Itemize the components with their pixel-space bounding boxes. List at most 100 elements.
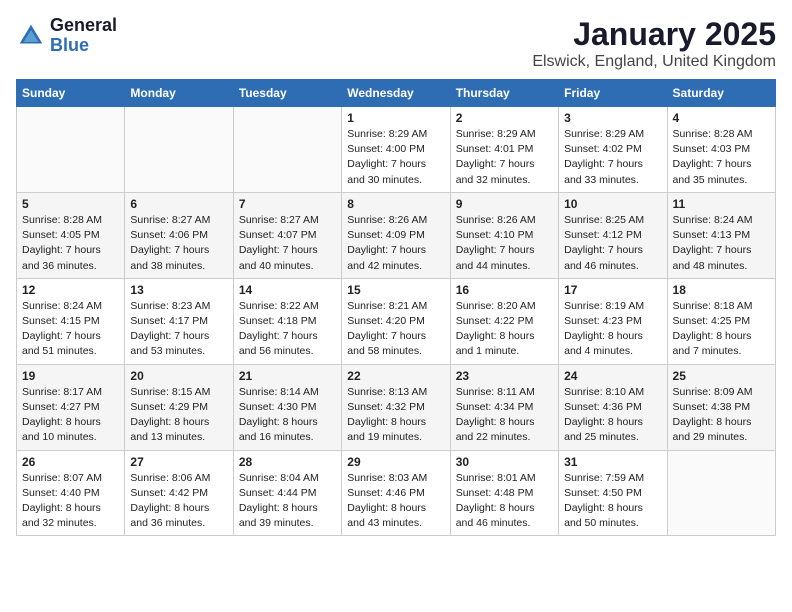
day-number: 3 xyxy=(564,111,661,125)
day-info: Sunrise: 8:26 AMSunset: 4:10 PMDaylight:… xyxy=(456,213,553,274)
day-number: 28 xyxy=(239,455,336,469)
calendar-cell: 1 Sunrise: 8:29 AMSunset: 4:00 PMDaylight… xyxy=(342,107,450,193)
logo: General Blue xyxy=(16,16,117,56)
day-info: Sunrise: 8:20 AMSunset: 4:22 PMDaylight:… xyxy=(456,299,553,360)
day-number: 5 xyxy=(22,197,119,211)
calendar-cell: 29Sunrise: 8:03 AMSunset: 4:46 PMDayligh… xyxy=(342,450,450,536)
day-number: 13 xyxy=(130,283,227,297)
calendar-cell: 30Sunrise: 8:01 AMSunset: 4:48 PMDayligh… xyxy=(450,450,558,536)
day-info: Sunrise: 8:03 AMSunset: 4:46 PMDaylight:… xyxy=(347,471,444,532)
calendar-cell: 7 Sunrise: 8:27 AMSunset: 4:07 PMDaylight… xyxy=(233,192,341,278)
calendar-cell xyxy=(17,107,125,193)
day-number: 12 xyxy=(22,283,119,297)
day-info: Sunrise: 8:26 AMSunset: 4:09 PMDaylight:… xyxy=(347,213,444,274)
calendar-cell: 15 Sunrise: 8:21 AMSunset: 4:20 PMDayligh… xyxy=(342,278,450,364)
day-info: Sunrise: 8:24 AMSunset: 4:15 PMDaylight:… xyxy=(22,299,119,360)
page-header: General Blue January 2025 Elswick, Engla… xyxy=(16,16,776,71)
day-info: Sunrise: 8:29 AMSunset: 4:01 PMDaylight:… xyxy=(456,127,553,188)
calendar-cell: 14Sunrise: 8:22 AMSunset: 4:18 PMDayligh… xyxy=(233,278,341,364)
day-number: 14 xyxy=(239,283,336,297)
day-number: 25 xyxy=(673,369,770,383)
title-block: January 2025 Elswick, England, United Ki… xyxy=(532,16,776,71)
logo-icon xyxy=(16,21,46,51)
day-info: Sunrise: 8:11 AMSunset: 4:34 PMDaylight:… xyxy=(456,385,553,446)
day-info: Sunrise: 8:10 AMSunset: 4:36 PMDaylight:… xyxy=(564,385,661,446)
weekday-header-sunday: Sunday xyxy=(17,80,125,107)
calendar-cell: 19Sunrise: 8:17 AMSunset: 4:27 PMDayligh… xyxy=(17,364,125,450)
day-info: Sunrise: 8:29 AMSunset: 4:00 PMDaylight:… xyxy=(347,127,444,188)
calendar-cell: 8Sunrise: 8:26 AMSunset: 4:09 PMDaylight… xyxy=(342,192,450,278)
location: Elswick, England, United Kingdom xyxy=(532,53,776,71)
calendar-cell: 3 Sunrise: 8:29 AMSunset: 4:02 PMDaylight… xyxy=(559,107,667,193)
calendar-cell: 6 Sunrise: 8:27 AMSunset: 4:06 PMDaylight… xyxy=(125,192,233,278)
calendar-cell: 12 Sunrise: 8:24 AMSunset: 4:15 PMDayligh… xyxy=(17,278,125,364)
calendar-cell: 13 Sunrise: 8:23 AMSunset: 4:17 PMDayligh… xyxy=(125,278,233,364)
day-info: Sunrise: 8:15 AMSunset: 4:29 PMDaylight:… xyxy=(130,385,227,446)
calendar-cell: 17Sunrise: 8:19 AMSunset: 4:23 PMDayligh… xyxy=(559,278,667,364)
day-number: 7 xyxy=(239,197,336,211)
day-info: Sunrise: 8:25 AMSunset: 4:12 PMDaylight:… xyxy=(564,213,661,274)
calendar-cell: 16Sunrise: 8:20 AMSunset: 4:22 PMDayligh… xyxy=(450,278,558,364)
day-info: Sunrise: 8:21 AMSunset: 4:20 PMDaylight:… xyxy=(347,299,444,360)
day-info: Sunrise: 8:06 AMSunset: 4:42 PMDaylight:… xyxy=(130,471,227,532)
calendar-week-2: 5Sunrise: 8:28 AMSunset: 4:05 PMDaylight… xyxy=(17,192,776,278)
day-info: Sunrise: 8:29 AMSunset: 4:02 PMDaylight:… xyxy=(564,127,661,188)
calendar-cell: 24 Sunrise: 8:10 AMSunset: 4:36 PMDayligh… xyxy=(559,364,667,450)
day-info: Sunrise: 8:09 AMSunset: 4:38 PMDaylight:… xyxy=(673,385,770,446)
day-info: Sunrise: 8:18 AMSunset: 4:25 PMDaylight:… xyxy=(673,299,770,360)
weekday-header-wednesday: Wednesday xyxy=(342,80,450,107)
month-title: January 2025 xyxy=(532,16,776,53)
day-info: Sunrise: 8:14 AMSunset: 4:30 PMDaylight:… xyxy=(239,385,336,446)
day-number: 26 xyxy=(22,455,119,469)
calendar-cell: 21 Sunrise: 8:14 AMSunset: 4:30 PMDayligh… xyxy=(233,364,341,450)
calendar-cell: 5Sunrise: 8:28 AMSunset: 4:05 PMDaylight… xyxy=(17,192,125,278)
day-number: 2 xyxy=(456,111,553,125)
calendar-table: SundayMondayTuesdayWednesdayThursdayFrid… xyxy=(16,79,776,536)
calendar-cell: 4 Sunrise: 8:28 AMSunset: 4:03 PMDaylight… xyxy=(667,107,775,193)
day-number: 24 xyxy=(564,369,661,383)
day-number: 4 xyxy=(673,111,770,125)
calendar-cell: 22Sunrise: 8:13 AMSunset: 4:32 PMDayligh… xyxy=(342,364,450,450)
weekday-header-monday: Monday xyxy=(125,80,233,107)
day-number: 9 xyxy=(456,197,553,211)
calendar-cell xyxy=(233,107,341,193)
day-info: Sunrise: 8:27 AMSunset: 4:07 PMDaylight:… xyxy=(239,213,336,274)
day-number: 6 xyxy=(130,197,227,211)
weekday-header-friday: Friday xyxy=(559,80,667,107)
day-number: 19 xyxy=(22,369,119,383)
calendar-cell: 23Sunrise: 8:11 AMSunset: 4:34 PMDayligh… xyxy=(450,364,558,450)
calendar-cell: 11Sunrise: 8:24 AMSunset: 4:13 PMDayligh… xyxy=(667,192,775,278)
calendar-cell: 25 Sunrise: 8:09 AMSunset: 4:38 PMDayligh… xyxy=(667,364,775,450)
day-info: Sunrise: 8:27 AMSunset: 4:06 PMDaylight:… xyxy=(130,213,227,274)
weekday-header-thursday: Thursday xyxy=(450,80,558,107)
day-number: 10 xyxy=(564,197,661,211)
day-number: 1 xyxy=(347,111,444,125)
calendar-week-4: 19Sunrise: 8:17 AMSunset: 4:27 PMDayligh… xyxy=(17,364,776,450)
calendar-cell: 31Sunrise: 7:59 AMSunset: 4:50 PMDayligh… xyxy=(559,450,667,536)
day-info: Sunrise: 7:59 AMSunset: 4:50 PMDaylight:… xyxy=(564,471,661,532)
calendar-cell: 28 Sunrise: 8:04 AMSunset: 4:44 PMDayligh… xyxy=(233,450,341,536)
day-info: Sunrise: 8:28 AMSunset: 4:03 PMDaylight:… xyxy=(673,127,770,188)
day-number: 22 xyxy=(347,369,444,383)
calendar-week-3: 12 Sunrise: 8:24 AMSunset: 4:15 PMDayligh… xyxy=(17,278,776,364)
calendar-cell: 27 Sunrise: 8:06 AMSunset: 4:42 PMDayligh… xyxy=(125,450,233,536)
day-number: 27 xyxy=(130,455,227,469)
calendar-week-5: 26 Sunrise: 8:07 AMSunset: 4:40 PMDayligh… xyxy=(17,450,776,536)
weekday-header-tuesday: Tuesday xyxy=(233,80,341,107)
day-number: 15 xyxy=(347,283,444,297)
day-info: Sunrise: 8:19 AMSunset: 4:23 PMDaylight:… xyxy=(564,299,661,360)
day-info: Sunrise: 8:07 AMSunset: 4:40 PMDaylight:… xyxy=(22,471,119,532)
day-number: 20 xyxy=(130,369,227,383)
calendar-cell: 26 Sunrise: 8:07 AMSunset: 4:40 PMDayligh… xyxy=(17,450,125,536)
calendar-cell xyxy=(667,450,775,536)
day-number: 11 xyxy=(673,197,770,211)
day-info: Sunrise: 8:04 AMSunset: 4:44 PMDaylight:… xyxy=(239,471,336,532)
calendar-week-1: 1 Sunrise: 8:29 AMSunset: 4:00 PMDaylight… xyxy=(17,107,776,193)
day-info: Sunrise: 8:23 AMSunset: 4:17 PMDaylight:… xyxy=(130,299,227,360)
calendar-cell: 18 Sunrise: 8:18 AMSunset: 4:25 PMDayligh… xyxy=(667,278,775,364)
day-number: 18 xyxy=(673,283,770,297)
day-number: 21 xyxy=(239,369,336,383)
calendar-cell xyxy=(125,107,233,193)
day-info: Sunrise: 8:01 AMSunset: 4:48 PMDaylight:… xyxy=(456,471,553,532)
calendar-cell: 10 Sunrise: 8:25 AMSunset: 4:12 PMDayligh… xyxy=(559,192,667,278)
